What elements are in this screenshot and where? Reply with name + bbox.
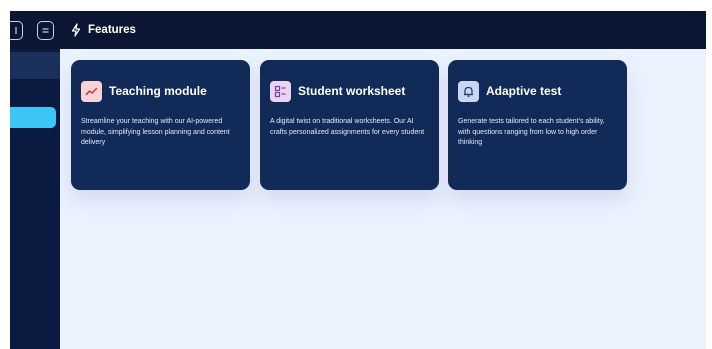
panel-toggle-button[interactable] — [10, 21, 23, 40]
feature-icon-box — [81, 80, 102, 102]
feature-icon-box — [270, 80, 291, 102]
sidebar — [10, 11, 60, 349]
top-header: Features — [60, 11, 706, 49]
menu-button[interactable] — [37, 21, 54, 40]
feature-title: Teaching module — [109, 84, 207, 98]
sidebar-topbar — [10, 11, 60, 49]
trend-chart-icon — [85, 87, 98, 95]
feature-description: Streamline your teaching with our AI-pow… — [81, 118, 230, 146]
feature-card-teaching-module[interactable]: Teaching module Streamline your teaching… — [71, 60, 250, 190]
feature-description: A digital twist on traditional worksheet… — [270, 118, 425, 136]
worksheet-icon — [274, 85, 286, 97]
bell-icon — [464, 86, 473, 97]
feature-card-student-worksheet[interactable]: Student worksheet A digital twist on tra… — [260, 60, 439, 190]
feature-description: Generate tests tailored to each student'… — [458, 118, 605, 146]
feature-title: Adaptive test — [486, 84, 562, 98]
lightning-bolt-icon — [71, 23, 81, 37]
feature-icon-box — [458, 80, 479, 102]
feature-title: Student worksheet — [298, 84, 406, 98]
app-frame: Features Teaching module Streamline your… — [10, 11, 706, 349]
sidebar-section — [10, 52, 60, 79]
menu-lines-icon — [42, 28, 49, 33]
sidebar-item-active[interactable] — [10, 107, 56, 128]
feature-card-adaptive-test[interactable]: Adaptive test Generate tests tailored to… — [448, 60, 627, 190]
page-title: Features — [88, 24, 136, 36]
panel-toggle-icon — [15, 27, 17, 34]
